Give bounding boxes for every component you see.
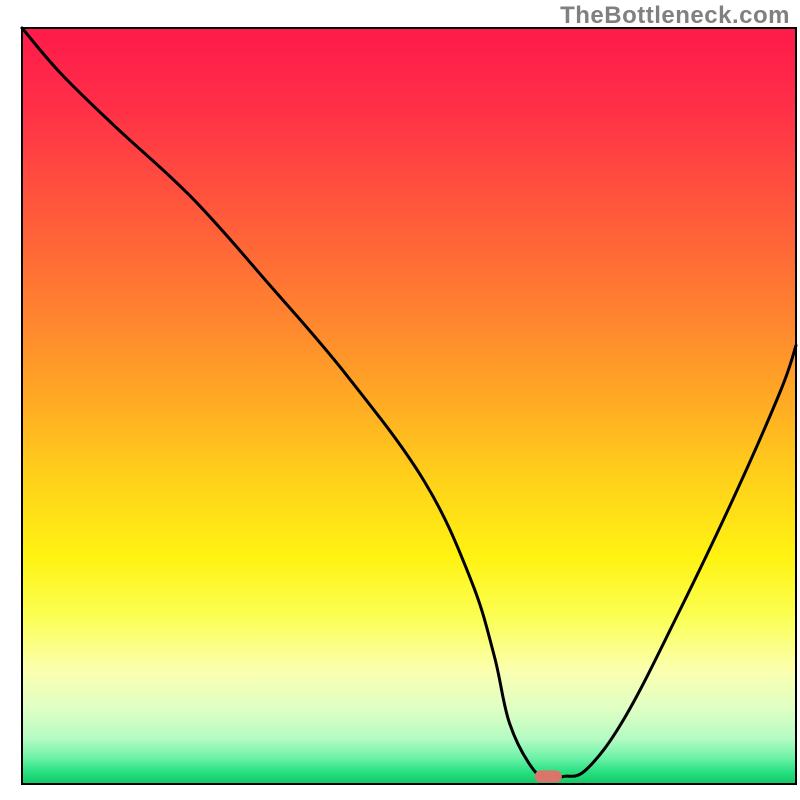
optimal-point-marker [535,770,562,782]
bottleneck-chart-svg [0,0,800,800]
chart-stage: TheBottleneck.com [0,0,800,800]
plot-background [22,28,796,784]
